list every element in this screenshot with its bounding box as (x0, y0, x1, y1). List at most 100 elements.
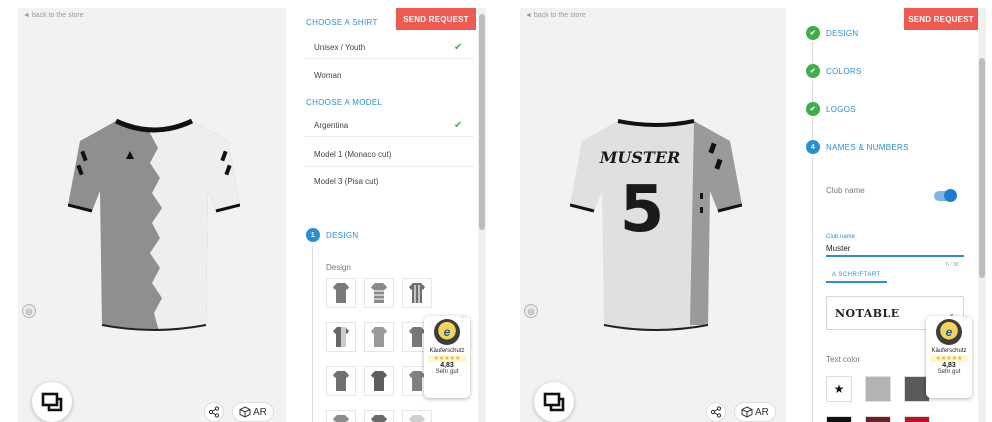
scrollbar-thumb[interactable] (979, 58, 985, 278)
chat-icon (543, 392, 565, 412)
step-label: DESIGN (326, 230, 359, 240)
club-name-field-label: Club name (826, 234, 856, 240)
chat-button[interactable] (534, 382, 574, 422)
step-connector (312, 246, 313, 422)
model-option-pisa[interactable]: Model 3 (Pisa cut) (314, 177, 378, 186)
jersey-front-image[interactable] (68, 113, 240, 335)
fingerprint-icon[interactable]: ◎ (524, 304, 538, 318)
fingerprint-icon[interactable]: ◎ (22, 304, 36, 318)
toggle-knob (944, 189, 957, 202)
step-names-numbers[interactable]: 4 NAMES & NUMBERS (806, 140, 909, 154)
color-swatch-red[interactable] (904, 416, 930, 422)
design-thumbnail[interactable] (326, 410, 356, 422)
step-number: 1 (306, 228, 320, 242)
check-icon: ✔ (454, 120, 463, 131)
divider (304, 166, 474, 167)
back-to-store-link[interactable]: ◄ back to the store (525, 12, 586, 19)
font-tab[interactable]: A SCHRIFTART (826, 270, 887, 283)
design-thumbnails (326, 278, 432, 422)
font-select-value: NOTABLE (835, 306, 900, 320)
badge-label: Käuferschutz (429, 348, 465, 354)
step-design[interactable]: 1 DESIGN (306, 228, 358, 242)
trusted-shops-logo-icon: e (936, 319, 962, 345)
color-swatch-black[interactable]: ★ (826, 416, 852, 422)
rating-stars: ★★★★★ (428, 355, 466, 362)
options-sidebar: SEND REQUEST ✔ DESIGN ✔ COLORS ✔ LOGOS 4… (786, 8, 978, 422)
design-thumbnail[interactable] (326, 322, 356, 352)
send-request-button[interactable]: SEND REQUEST (396, 8, 476, 30)
char-counter: 6 / 30 (946, 262, 959, 268)
badge-label: Käuferschutz (931, 348, 967, 354)
send-request-button[interactable]: SEND REQUEST (904, 8, 978, 30)
design-thumbnail[interactable] (402, 410, 432, 422)
step-label: COLORS (826, 66, 862, 76)
step-connector (812, 118, 813, 140)
step-logos[interactable]: ✔ LOGOS (806, 102, 856, 116)
more-icon[interactable]: ··· (962, 314, 969, 321)
scrollbar[interactable] (978, 8, 986, 422)
trusted-shops-badge[interactable]: ··· e Käuferschutz ★★★★★ 4,83 Sehr gut (424, 314, 470, 398)
star-icon: ★ (827, 417, 851, 422)
more-icon[interactable]: ··· (460, 314, 467, 321)
choose-model-heading: CHOOSE A MODEL (306, 98, 383, 107)
design-thumbnail[interactable] (326, 366, 356, 396)
share-icon (208, 406, 220, 418)
text-color-label: Text color (826, 355, 861, 364)
model-option-argentina[interactable]: Argentina (314, 121, 348, 130)
step-label: LOGOS (826, 104, 856, 114)
back-to-store-link[interactable]: ◄ back to the store (23, 12, 84, 19)
divider (304, 58, 474, 59)
design-sub-label: Design (326, 263, 351, 272)
club-name-input[interactable] (826, 241, 964, 257)
step-connector (812, 158, 813, 422)
check-circle-icon: ✔ (806, 102, 820, 116)
scrollbar-thumb[interactable] (479, 14, 485, 230)
share-button[interactable] (706, 402, 726, 422)
design-thumbnail[interactable] (364, 366, 394, 396)
product-viewer[interactable]: ◄ back to the store ◎ AR (18, 8, 286, 422)
check-circle-icon: ✔ (806, 64, 820, 78)
design-thumbnail[interactable] (364, 278, 394, 308)
rating-value: 4,83 (440, 362, 454, 369)
rating-text: Sehr gut (435, 369, 459, 375)
choose-shirt-heading: CHOOSE A SHIRT (306, 18, 378, 27)
check-icon: ✔ (454, 42, 463, 53)
jersey-back-image[interactable]: MUSTER 5 (570, 113, 742, 335)
configurator-right: ◄ back to the store MUSTER 5 ◎ AR SEND R… (520, 0, 992, 422)
step-design[interactable]: ✔ DESIGN (806, 26, 858, 40)
design-thumbnail[interactable] (364, 410, 394, 422)
jersey-name-text: MUSTER (599, 148, 681, 167)
design-thumbnail[interactable] (326, 278, 356, 308)
divider (304, 136, 474, 137)
step-number: 4 (806, 140, 820, 154)
ar-cube-icon (239, 406, 251, 418)
club-name-toggle-label: Club name (826, 186, 865, 195)
color-swatch-maroon[interactable] (865, 416, 891, 422)
trusted-shops-logo-icon: e (434, 319, 460, 345)
step-colors[interactable]: ✔ COLORS (806, 64, 862, 78)
share-button[interactable] (204, 402, 224, 422)
color-swatch-light-grey[interactable] (865, 376, 891, 402)
trusted-shops-badge[interactable]: ··· e Käuferschutz ★★★★★ 4,83 Sehr gut (926, 314, 972, 398)
chat-icon (41, 392, 63, 412)
design-thumbnail[interactable] (364, 322, 394, 352)
ar-button[interactable]: AR (734, 402, 776, 422)
selected-star-icon: ★ (833, 382, 845, 396)
step-label: DESIGN (826, 28, 859, 38)
step-connector (812, 42, 813, 64)
ar-button[interactable]: AR (232, 402, 274, 422)
color-swatch-white[interactable]: ★ (826, 376, 852, 402)
model-option-monaco[interactable]: Model 1 (Monaco cut) (314, 150, 391, 159)
shirt-option-unisex[interactable]: Unisex / Youth (314, 43, 365, 52)
design-thumbnail[interactable] (402, 278, 432, 308)
chat-button[interactable] (32, 382, 72, 422)
club-name-toggle[interactable] (934, 189, 957, 202)
check-circle-icon: ✔ (806, 26, 820, 40)
product-viewer[interactable]: ◄ back to the store MUSTER 5 ◎ AR (520, 8, 786, 422)
ar-cube-icon (741, 406, 753, 418)
ar-label: AR (253, 406, 267, 418)
scrollbar[interactable] (478, 8, 486, 422)
jersey-number-text: 5 (620, 173, 665, 247)
shirt-option-woman[interactable]: Woman (314, 71, 341, 80)
ar-label: AR (755, 406, 769, 418)
